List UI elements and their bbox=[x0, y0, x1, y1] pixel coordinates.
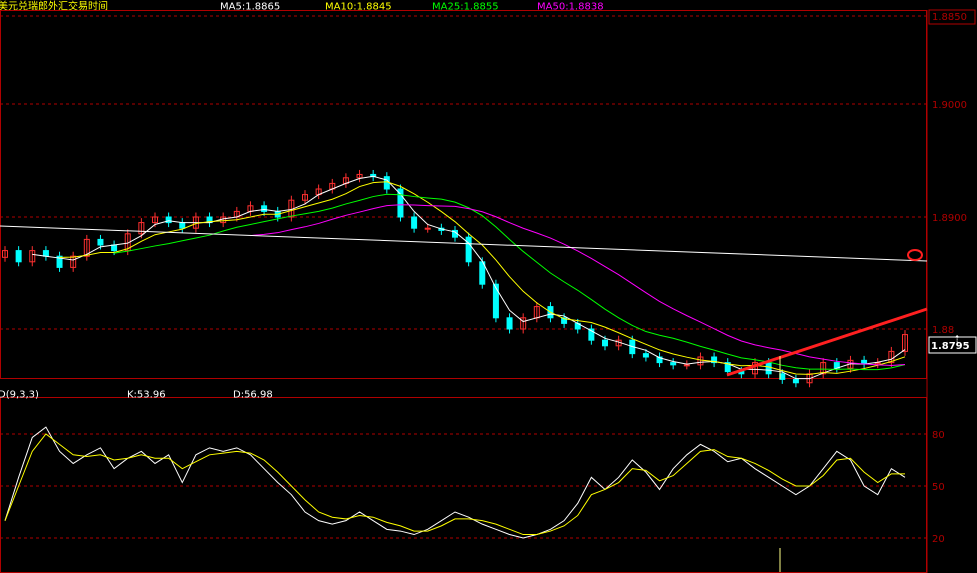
candle-body bbox=[424, 227, 431, 230]
candle bbox=[656, 352, 663, 368]
kd-tick-20: 20 bbox=[932, 534, 945, 545]
candle-body bbox=[261, 205, 268, 212]
candle bbox=[492, 279, 499, 323]
candle bbox=[206, 212, 213, 228]
candle-body bbox=[15, 250, 22, 263]
candle-body bbox=[111, 244, 118, 252]
ma50-line bbox=[250, 204, 906, 366]
kd-tick-50: 50 bbox=[932, 482, 945, 493]
candle-body bbox=[861, 359, 868, 365]
candle-body bbox=[492, 283, 499, 319]
candle bbox=[2, 246, 8, 262]
candle-body bbox=[765, 362, 772, 375]
candle bbox=[792, 374, 799, 388]
k-value-label: K:53.96 bbox=[127, 389, 166, 400]
candle bbox=[711, 352, 718, 368]
candle bbox=[888, 346, 895, 368]
candle bbox=[370, 169, 377, 182]
candle bbox=[588, 324, 595, 345]
candle bbox=[42, 246, 49, 261]
indicator-name: D(9,3,3) bbox=[0, 389, 39, 400]
candle bbox=[752, 358, 758, 379]
candle bbox=[342, 173, 349, 188]
candle bbox=[874, 358, 881, 369]
price-tick-top: 1.8850 bbox=[932, 12, 967, 23]
candle-body bbox=[642, 353, 649, 358]
candle bbox=[861, 355, 868, 369]
price-tick-1: 1.9000 bbox=[932, 100, 967, 111]
candle-body bbox=[683, 364, 690, 367]
highlight-ellipse[interactable] bbox=[907, 249, 923, 261]
kd-tick-80: 80 bbox=[932, 430, 945, 441]
candle bbox=[820, 358, 827, 379]
stock-chart-canvas[interactable]: 美元兑瑞郎外汇交易时间 MA5:1.8865 MA10:1.8845 MA25:… bbox=[0, 0, 977, 573]
candle bbox=[165, 212, 172, 228]
candle bbox=[247, 201, 254, 216]
candle bbox=[506, 313, 513, 334]
candle bbox=[833, 358, 840, 373]
k-line bbox=[4, 426, 906, 539]
candle bbox=[83, 234, 90, 261]
candle-body bbox=[411, 216, 418, 229]
price-tick-3: 1.88 bbox=[932, 325, 954, 336]
candle-body bbox=[602, 339, 608, 347]
kd-indicator-lines bbox=[4, 426, 906, 539]
horizontal-reference-line bbox=[0, 225, 928, 262]
candle-body bbox=[670, 362, 677, 366]
d-line bbox=[4, 433, 905, 536]
kd-grid bbox=[0, 433, 927, 539]
indicator-header: D(9,3,3) K:53.96 D:56.98 bbox=[0, 389, 273, 400]
candle bbox=[902, 330, 908, 356]
candle bbox=[56, 251, 63, 272]
candle bbox=[670, 358, 677, 370]
price-panel-frame bbox=[0, 10, 927, 379]
candle-body bbox=[792, 378, 799, 384]
indicator-panel-frame bbox=[0, 397, 927, 573]
candle bbox=[315, 184, 322, 200]
candle bbox=[533, 302, 540, 323]
candle-body bbox=[165, 216, 172, 224]
candle bbox=[179, 218, 186, 233]
current-price-label: 1.8795 bbox=[931, 341, 970, 352]
candle bbox=[520, 313, 527, 334]
candle-body bbox=[179, 222, 186, 229]
candle bbox=[261, 201, 268, 216]
price-tick-2: 1.8900 bbox=[932, 213, 967, 224]
d-value-label: D:56.98 bbox=[233, 389, 273, 400]
candle bbox=[411, 212, 418, 233]
candle bbox=[683, 360, 690, 370]
candle bbox=[29, 246, 36, 267]
candle bbox=[397, 184, 404, 222]
candle-body bbox=[397, 188, 404, 218]
candle-body bbox=[465, 236, 472, 263]
kd-axis: 80 50 20 bbox=[932, 430, 945, 545]
candle-body bbox=[97, 238, 104, 246]
candle bbox=[465, 232, 472, 267]
candle-body bbox=[779, 373, 786, 380]
candle bbox=[329, 178, 336, 194]
candle bbox=[356, 169, 363, 183]
cursor-arrow-icon: ⇡ bbox=[953, 334, 961, 345]
candle bbox=[15, 246, 22, 267]
candle bbox=[697, 352, 704, 370]
candle-body bbox=[42, 250, 49, 257]
candle bbox=[70, 251, 77, 272]
moving-average-lines bbox=[32, 175, 906, 380]
price-grid bbox=[0, 15, 927, 330]
price-axis: 1.8850 1.9000 1.8900 1.88 1.8795 ⇡ bbox=[928, 9, 977, 354]
candle-body bbox=[506, 317, 513, 330]
